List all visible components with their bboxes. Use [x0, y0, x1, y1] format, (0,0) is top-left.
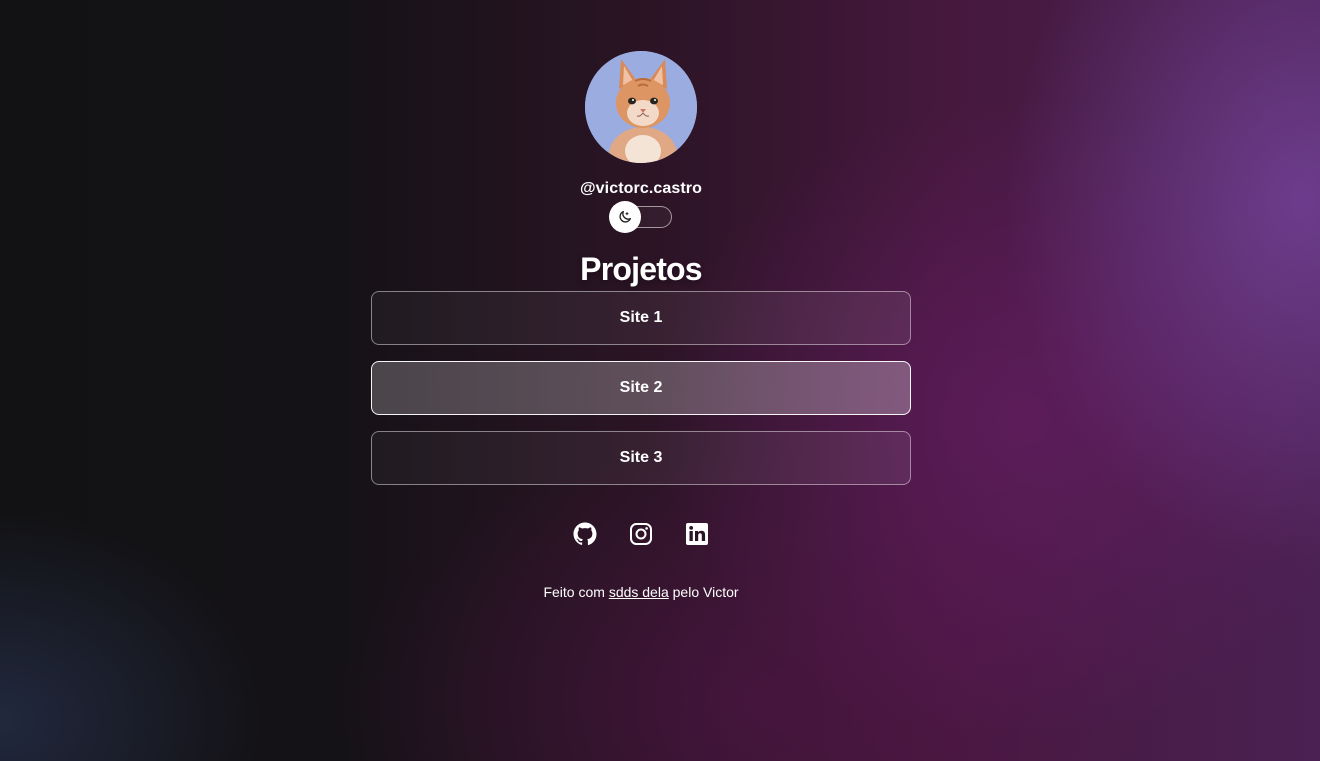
- link-list: Site 1 Site 2 Site 3: [371, 291, 911, 501]
- github-icon: [573, 522, 597, 546]
- footer-prefix: Feito com: [543, 584, 605, 600]
- moon-icon: [619, 211, 631, 223]
- footer-suffix: pelo Victor: [672, 584, 739, 600]
- footer: Feito com sdds dela pelo Victor: [543, 582, 738, 602]
- username: @victorc.castro: [579, 180, 703, 197]
- instagram-icon: [630, 523, 652, 545]
- avatar: [585, 51, 697, 163]
- linkedin-link[interactable]: [685, 522, 709, 546]
- footer-link[interactable]: sdds dela: [609, 584, 669, 600]
- instagram-link[interactable]: [629, 522, 653, 546]
- linkedin-icon: [686, 523, 708, 545]
- link-button-site-1[interactable]: Site 1: [371, 291, 911, 345]
- toggle-knob[interactable]: [609, 201, 641, 233]
- link-button-site-3[interactable]: Site 3: [371, 431, 911, 485]
- cat-photo: [585, 51, 697, 163]
- link-button-site-2[interactable]: Site 2: [371, 361, 911, 415]
- theme-toggle[interactable]: [609, 201, 673, 233]
- profile-container: @victorc.castro Projetos Site 1 Site 2 S…: [371, 51, 911, 602]
- social-links: [573, 521, 709, 547]
- github-link[interactable]: [573, 522, 597, 546]
- page-title: Projetos: [580, 251, 702, 287]
